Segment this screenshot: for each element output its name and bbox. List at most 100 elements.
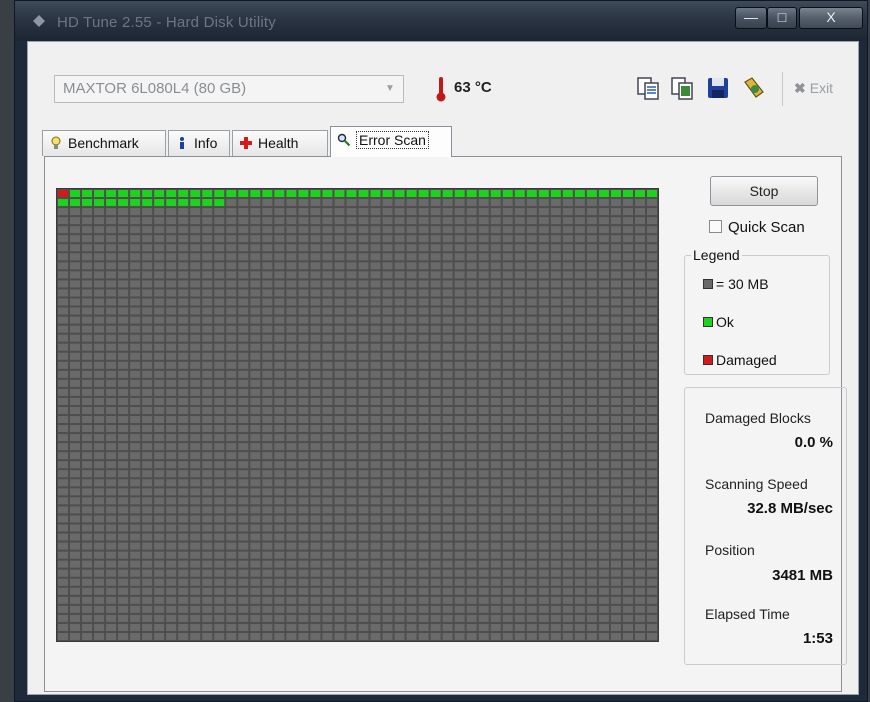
block-pending [214, 244, 225, 252]
block-pending [514, 370, 525, 378]
options-icon[interactable] [740, 74, 768, 102]
block-pending [94, 596, 105, 604]
block-pending [562, 488, 573, 496]
save-icon[interactable] [704, 74, 732, 102]
block-pending [106, 416, 117, 424]
block-pending [106, 542, 117, 550]
block-pending [574, 596, 585, 604]
block-pending [286, 298, 297, 306]
block-pending [262, 280, 273, 288]
block-pending [334, 361, 345, 369]
drive-select[interactable]: MAXTOR 6L080L4 (80 GB) ▼ [54, 75, 404, 103]
block-pending [634, 614, 645, 622]
block-pending [130, 632, 141, 640]
copy-text-icon[interactable] [634, 74, 662, 102]
block-pending [562, 199, 573, 207]
block-pending [502, 443, 513, 451]
block-pending [442, 596, 453, 604]
block-pending [478, 524, 489, 532]
block-pending [622, 199, 633, 207]
block-pending [166, 560, 177, 568]
exit-button[interactable]: ✖ Exit [794, 80, 833, 97]
block-pending [118, 452, 129, 460]
title-bar[interactable]: HD Tune 2.55 - Hard Disk Utility — □ X [15, 1, 867, 41]
minimize-button[interactable]: — [735, 7, 767, 29]
tab-benchmark[interactable]: Benchmark [42, 130, 166, 156]
block-pending [178, 379, 189, 387]
block-pending [298, 298, 309, 306]
block-pending [466, 208, 477, 216]
block-pending [142, 434, 153, 442]
block-pending [202, 217, 213, 225]
tab-health[interactable]: Health [232, 130, 328, 156]
tab-info[interactable]: Info [168, 130, 230, 156]
block-pending [478, 352, 489, 360]
block-pending [394, 542, 405, 550]
block-pending [634, 244, 645, 252]
block-pending [430, 632, 441, 640]
block-pending [514, 605, 525, 613]
block-pending [262, 596, 273, 604]
block-pending [502, 434, 513, 442]
block-pending [178, 217, 189, 225]
block-pending [70, 515, 81, 523]
block-pending [382, 542, 393, 550]
block-pending [298, 452, 309, 460]
quick-scan-checkbox[interactable]: Quick Scan [709, 219, 805, 236]
block-pending [238, 316, 249, 324]
block-pending [310, 416, 321, 424]
block-pending [574, 560, 585, 568]
block-pending [622, 434, 633, 442]
close-button[interactable]: X [799, 7, 863, 29]
block-pending [250, 262, 261, 270]
block-pending [382, 253, 393, 261]
block-pending [598, 479, 609, 487]
block-pending [394, 632, 405, 640]
block-pending [70, 542, 81, 550]
block-pending [322, 515, 333, 523]
block-pending [574, 271, 585, 279]
red-swatch-icon [703, 355, 713, 366]
block-pending [610, 208, 621, 216]
chevron-down-icon[interactable]: ▼ [381, 79, 399, 99]
block-pending [466, 497, 477, 505]
block-pending [442, 533, 453, 541]
block-pending [202, 352, 213, 360]
block-pending [106, 208, 117, 216]
block-pending [118, 253, 129, 261]
block-pending [202, 497, 213, 505]
copy-screenshot-icon[interactable] [668, 74, 696, 102]
block-pending [370, 533, 381, 541]
block-pending [166, 551, 177, 559]
block-pending [298, 632, 309, 640]
block-pending [130, 551, 141, 559]
block-pending [274, 560, 285, 568]
maximize-button[interactable]: □ [767, 7, 797, 29]
block-ok [82, 199, 93, 207]
block-pending [118, 425, 129, 433]
block-pending [502, 280, 513, 288]
block-pending [634, 443, 645, 451]
block-pending [478, 298, 489, 306]
block-pending [382, 298, 393, 306]
block-pending [562, 533, 573, 541]
checkbox-icon[interactable] [709, 220, 722, 234]
block-pending [154, 388, 165, 396]
block-pending [334, 542, 345, 550]
block-pending [502, 352, 513, 360]
block-pending [358, 307, 369, 315]
block-pending [274, 542, 285, 550]
block-pending [442, 623, 453, 631]
block-pending [370, 596, 381, 604]
block-pending [430, 217, 441, 225]
block-pending [634, 217, 645, 225]
block-pending [250, 551, 261, 559]
block-pending [142, 605, 153, 613]
block-ok [202, 199, 213, 207]
block-pending [370, 479, 381, 487]
block-pending [382, 262, 393, 270]
block-pending [562, 506, 573, 514]
tab-error-scan[interactable]: Error Scan [330, 126, 452, 157]
block-pending [250, 560, 261, 568]
stop-button[interactable]: Stop [710, 176, 818, 206]
